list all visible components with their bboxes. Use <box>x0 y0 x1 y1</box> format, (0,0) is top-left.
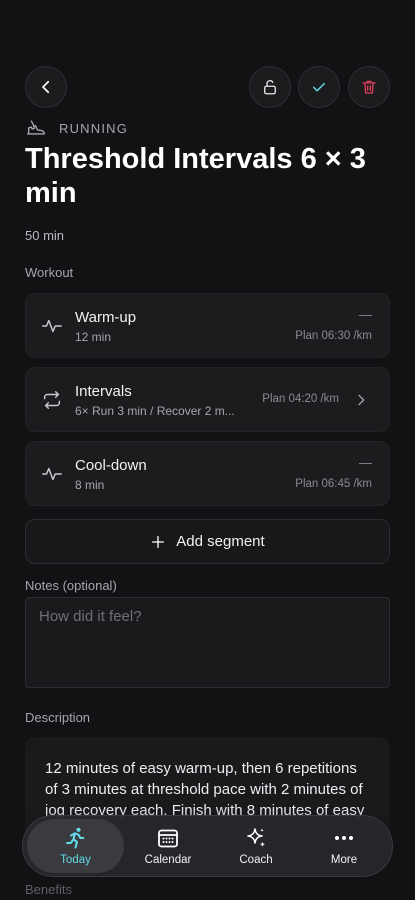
repeat-icon <box>43 391 61 409</box>
segment-plan-pace: Plan 06:45 /km <box>295 478 372 490</box>
sport-label: RUNNING <box>59 120 129 136</box>
running-shoe-icon <box>27 120 46 135</box>
unlock-icon <box>264 80 276 95</box>
more-dots-icon <box>335 836 353 840</box>
notes-input[interactable] <box>25 597 390 688</box>
tab-label: Calendar <box>144 854 192 866</box>
segment-duration: 8 min <box>75 478 105 492</box>
back-button[interactable] <box>25 66 67 108</box>
segment-intervals[interactable]: Intervals 6× Run 3 min / Recover 2 m... … <box>25 367 390 432</box>
save-button[interactable] <box>298 66 340 108</box>
chevron-left-icon <box>42 80 50 94</box>
tab-label: Coach <box>239 854 273 866</box>
add-segment-label: Add segment <box>176 533 265 550</box>
tab-label: Today <box>60 854 91 866</box>
segment-duration: 12 min <box>75 330 112 344</box>
segment-warm-up[interactable]: Warm-up 12 min — Plan 06:30 /km <box>25 293 390 358</box>
segment-cool-down[interactable]: Cool-down 8 min — Plan 06:45 /km <box>25 441 390 506</box>
delete-button[interactable] <box>348 66 390 108</box>
segment-actual-value: — <box>359 455 372 470</box>
tab-calendar[interactable]: Calendar <box>124 819 212 873</box>
tab-label: More <box>330 854 358 866</box>
workout-title: Threshold Intervals 6 × 3 min <box>25 143 366 209</box>
segment-name: Intervals <box>75 383 132 400</box>
segment-description: 6× Run 3 min / Recover 2 m... <box>75 404 235 418</box>
sparkle-icon <box>247 828 266 848</box>
segment-plan-pace: Plan 04:20 /km <box>262 393 339 405</box>
chevron-right-icon <box>358 394 365 406</box>
segment-plan-pace: Plan 06:30 /km <box>295 330 372 342</box>
description-label: Description <box>25 710 91 725</box>
pulse-icon <box>42 467 62 481</box>
add-segment-button[interactable]: Add segment <box>25 519 390 564</box>
check-icon <box>313 82 325 92</box>
calendar-icon <box>158 829 178 848</box>
segment-name: Cool-down <box>75 457 147 474</box>
segment-name: Warm-up <box>75 309 137 326</box>
sport-row: RUNNING <box>25 117 128 139</box>
workout-duration: 50 min <box>25 228 65 243</box>
tab-coach[interactable]: Coach <box>212 819 300 873</box>
trash-icon <box>362 80 376 94</box>
notes-label: Notes (optional) <box>25 578 117 593</box>
tab-more[interactable]: More <box>300 819 388 873</box>
benefits-label: Benefits <box>25 882 72 897</box>
running-person-icon <box>65 827 84 849</box>
segment-actual-value: — <box>359 307 372 322</box>
unlock-button[interactable] <box>249 66 291 108</box>
plus-icon <box>152 535 165 548</box>
tab-today[interactable]: Today <box>27 819 124 873</box>
workout-section-label: Workout <box>25 265 74 280</box>
tab-bar: Today Calendar Coach More <box>22 815 393 877</box>
pulse-icon <box>42 319 62 333</box>
